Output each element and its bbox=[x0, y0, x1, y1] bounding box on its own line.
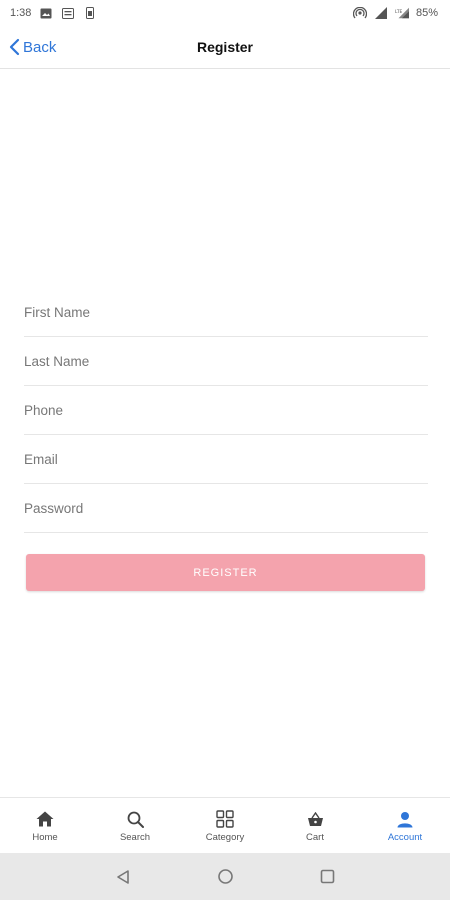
nav-item-category[interactable]: Category bbox=[180, 798, 270, 854]
status-bar-left: 1:38 bbox=[0, 6, 97, 20]
email-field bbox=[24, 435, 428, 484]
nav-label-search: Search bbox=[119, 832, 151, 843]
person-icon bbox=[395, 809, 415, 829]
bottom-nav: Home Search Category Cart Account bbox=[0, 797, 450, 854]
battery-percent: 85% bbox=[415, 7, 438, 19]
status-bar-right: LTE 85% bbox=[352, 6, 450, 20]
basket-icon bbox=[305, 809, 325, 829]
grid-icon bbox=[215, 809, 235, 829]
hotspot-icon bbox=[352, 6, 367, 20]
image-icon bbox=[39, 6, 53, 20]
app-header: Back Register bbox=[0, 26, 450, 69]
search-icon bbox=[125, 809, 145, 829]
back-label: Back bbox=[23, 38, 57, 56]
nav-label-account: Account bbox=[387, 832, 423, 843]
register-form bbox=[24, 288, 428, 533]
phone-input[interactable] bbox=[24, 402, 428, 418]
last-name-input[interactable] bbox=[24, 353, 428, 369]
home-circle-icon[interactable] bbox=[214, 866, 236, 888]
status-time: 1:38 bbox=[10, 7, 32, 19]
back-button[interactable]: Back bbox=[8, 26, 56, 68]
nav-label-home: Home bbox=[32, 832, 58, 843]
chevron-left-icon bbox=[8, 38, 20, 56]
email-input[interactable] bbox=[24, 451, 428, 467]
nav-item-home[interactable]: Home bbox=[0, 798, 90, 854]
password-field bbox=[24, 484, 428, 533]
nav-item-cart[interactable]: Cart bbox=[270, 798, 360, 854]
first-name-field bbox=[24, 288, 428, 337]
sim-icon bbox=[83, 6, 97, 20]
message-icon bbox=[61, 6, 75, 20]
status-bar: 1:38 LTE 85% bbox=[0, 0, 450, 26]
lte-signal-icon: LTE bbox=[395, 6, 409, 20]
register-button[interactable]: REGISTER bbox=[26, 554, 425, 591]
page-title: Register bbox=[196, 39, 254, 55]
recents-square-icon[interactable] bbox=[316, 866, 338, 888]
signal-icon bbox=[374, 6, 388, 20]
home-icon bbox=[35, 809, 55, 829]
nav-label-cart: Cart bbox=[306, 832, 324, 843]
nav-item-search[interactable]: Search bbox=[90, 798, 180, 854]
nav-item-account[interactable]: Account bbox=[360, 798, 450, 854]
svg-text:LTE: LTE bbox=[395, 9, 402, 15]
phone-field bbox=[24, 386, 428, 435]
nav-label-category: Category bbox=[205, 832, 245, 843]
last-name-field bbox=[24, 337, 428, 386]
back-triangle-icon[interactable] bbox=[112, 866, 134, 888]
first-name-input[interactable] bbox=[24, 304, 428, 320]
password-input[interactable] bbox=[24, 500, 428, 516]
system-nav-bar bbox=[0, 853, 450, 900]
